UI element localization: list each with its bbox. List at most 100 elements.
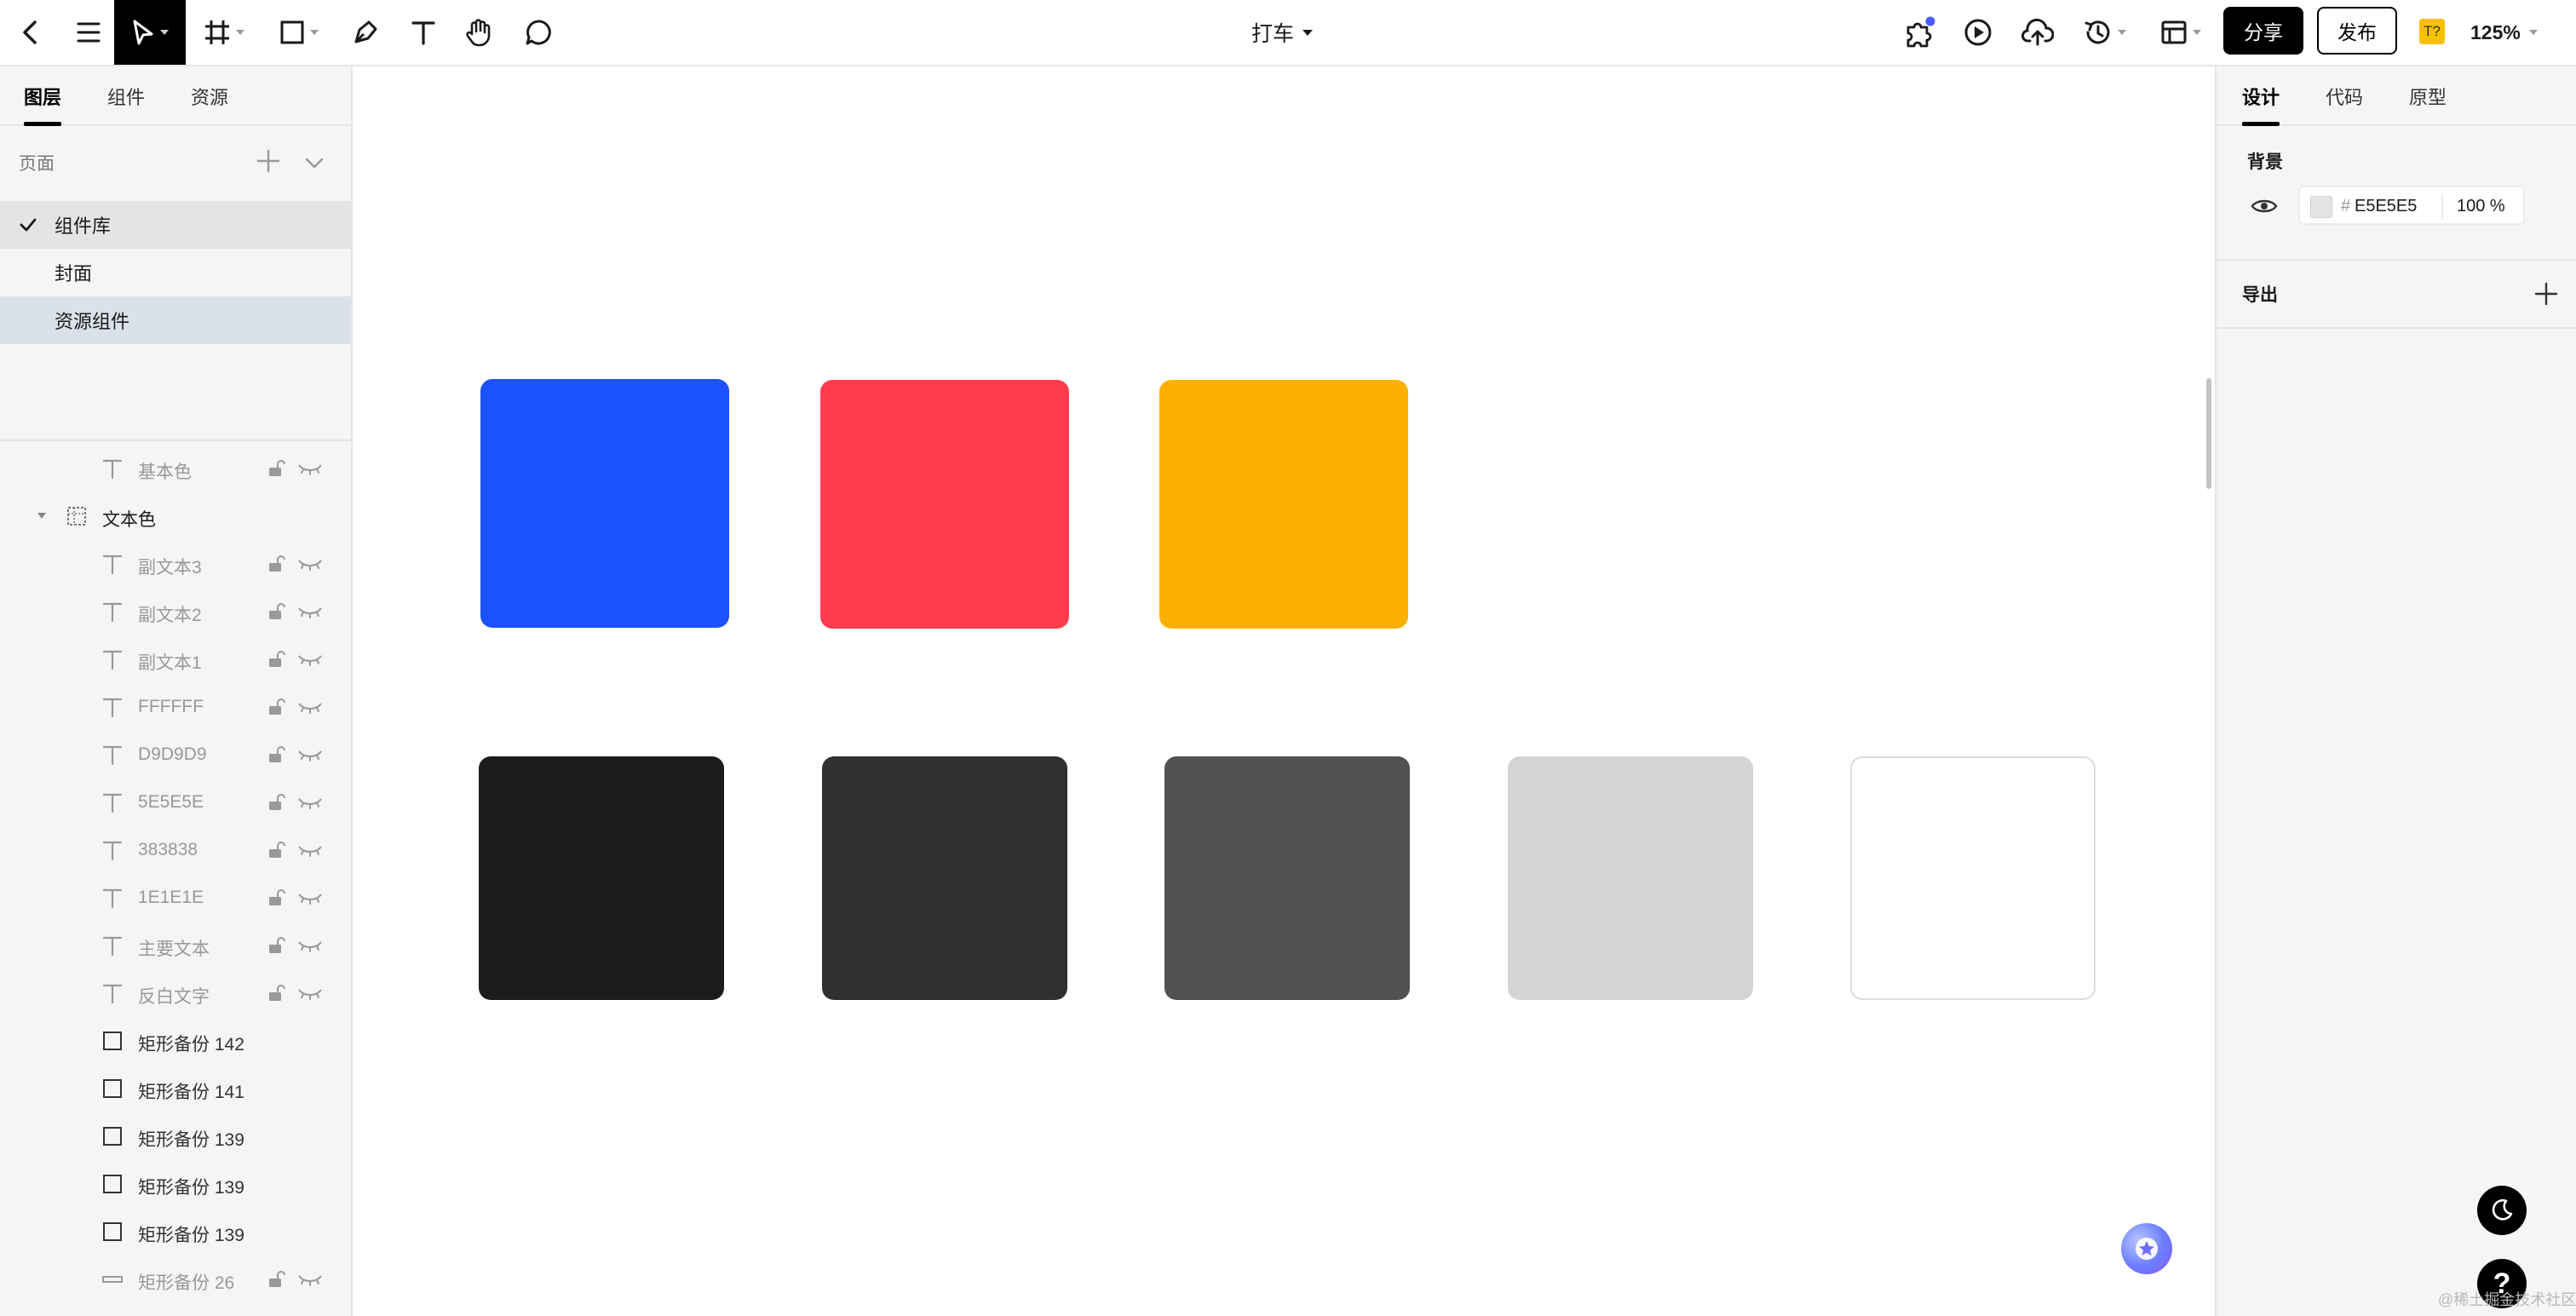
unlock-icon[interactable] xyxy=(266,1269,286,1290)
page-item[interactable]: 封面 xyxy=(0,249,351,296)
layer-row[interactable]: 副文本3 xyxy=(0,540,351,588)
unlock-icon[interactable] xyxy=(266,744,286,765)
expand-caret-icon[interactable] xyxy=(37,513,46,519)
hidden-eye-icon[interactable] xyxy=(296,458,324,479)
eye-icon[interactable] xyxy=(2251,196,2278,216)
hidden-eye-icon[interactable] xyxy=(296,935,324,956)
unlock-icon[interactable] xyxy=(266,840,286,860)
swatch-d4d4d4[interactable] xyxy=(1508,756,1753,1000)
unlock-icon[interactable] xyxy=(266,458,286,479)
hidden-eye-icon[interactable] xyxy=(296,792,324,813)
unlock-icon[interactable] xyxy=(266,554,286,574)
background-opacity-value[interactable]: 100 % xyxy=(2457,197,2505,216)
layer-row[interactable]: 1E1E1E xyxy=(0,874,351,922)
unlock-icon[interactable] xyxy=(266,888,286,908)
layout-button[interactable] xyxy=(2150,0,2211,65)
history-button[interactable] xyxy=(2075,0,2135,65)
page-item[interactable]: 资源组件 xyxy=(0,296,351,344)
layer-row[interactable]: 副文本1 xyxy=(0,635,351,683)
present-button[interactable] xyxy=(1956,0,2000,65)
tab-prototype[interactable]: 原型 xyxy=(2409,66,2447,126)
unlock-icon[interactable] xyxy=(266,983,286,1003)
document-title[interactable]: 打车 xyxy=(1218,0,1346,65)
layer-row[interactable]: 矩形备份 139 xyxy=(0,1160,351,1208)
unlock-icon[interactable] xyxy=(266,697,286,717)
layer-row[interactable]: 5E5E5E xyxy=(0,779,351,826)
move-tool-button[interactable] xyxy=(114,0,186,65)
hidden-eye-icon[interactable] xyxy=(296,983,324,1003)
hidden-eye-icon[interactable] xyxy=(296,649,324,669)
layer-row[interactable]: 矩形备份 26 xyxy=(0,1256,351,1303)
layer-label: 矩形备份 139 xyxy=(138,1226,244,1245)
add-page-icon[interactable] xyxy=(254,147,283,175)
unlock-icon[interactable] xyxy=(266,935,286,956)
share-button[interactable]: 分享 xyxy=(2223,7,2303,55)
swatch-blue[interactable] xyxy=(480,379,729,628)
layer-row[interactable]: 反白文字 xyxy=(0,969,351,1017)
history-caret-icon xyxy=(2118,30,2126,35)
theme-toggle-button[interactable] xyxy=(2477,1186,2527,1235)
rectangle-tool-button[interactable] xyxy=(273,0,325,65)
background-color-field[interactable]: # E5E5E5 100 % xyxy=(2298,186,2525,225)
plugin-button[interactable] xyxy=(1896,0,1944,65)
ai-assistant-button[interactable] xyxy=(2121,1223,2172,1274)
page-item[interactable]: 组件库 xyxy=(0,201,351,249)
tab-design[interactable]: 设计 xyxy=(2242,66,2280,126)
hidden-eye-icon[interactable] xyxy=(296,697,324,717)
main-menu-button[interactable] xyxy=(65,0,112,65)
layer-row[interactable]: D9D9D9 xyxy=(0,731,351,779)
pen-tool-button[interactable] xyxy=(344,0,387,65)
canvas-scrollbar[interactable] xyxy=(2206,378,2211,489)
upload-button[interactable] xyxy=(2014,0,2061,65)
layer-row[interactable]: 矩形备份 142 xyxy=(0,1017,351,1065)
layer-label: D9D9D9 xyxy=(138,744,207,764)
unlock-icon[interactable] xyxy=(266,649,286,669)
layer-row[interactable]: 基本色 xyxy=(0,445,351,492)
swatch-red[interactable] xyxy=(820,380,1069,629)
tab-layers[interactable]: 图层 xyxy=(24,66,62,126)
publish-button[interactable]: 发布 xyxy=(2317,7,2397,55)
layer-label: 副文本2 xyxy=(138,606,202,625)
layer-row[interactable]: 副文本2 xyxy=(0,588,351,635)
swatch-515151[interactable] xyxy=(1164,756,1410,1000)
swatch-yellow[interactable] xyxy=(1159,380,1408,629)
hidden-eye-icon[interactable] xyxy=(296,888,324,908)
tab-components[interactable]: 组件 xyxy=(107,66,145,126)
swatch-1c1c1c[interactable] xyxy=(479,756,724,1000)
layer-label: 383838 xyxy=(138,840,198,859)
comment-tool-button[interactable] xyxy=(516,0,561,65)
unlock-icon[interactable] xyxy=(266,792,286,813)
layer-label: 反白文字 xyxy=(138,987,210,1007)
tab-assets[interactable]: 资源 xyxy=(191,66,228,126)
hidden-eye-icon[interactable] xyxy=(296,840,324,860)
swatch-white[interactable] xyxy=(1850,756,2096,1000)
hidden-eye-icon[interactable] xyxy=(296,554,324,574)
layer-row[interactable]: 383838 xyxy=(0,826,351,874)
page-item-label: 封面 xyxy=(55,263,93,284)
layer-row[interactable]: 矩形备份 139 xyxy=(0,1112,351,1160)
back-button[interactable] xyxy=(9,0,51,65)
unlock-icon[interactable] xyxy=(266,601,286,622)
zoom-control[interactable]: 125% xyxy=(2470,0,2556,65)
collapse-pages-icon[interactable] xyxy=(302,150,327,175)
plugin-badge[interactable]: T? xyxy=(2419,19,2445,44)
layer-row-frame[interactable]: 文本色 xyxy=(0,492,351,540)
design-canvas[interactable] xyxy=(353,66,2215,1316)
layer-row[interactable]: 矩形备份 139 xyxy=(0,1208,351,1256)
swatch-303030[interactable] xyxy=(822,756,1067,1000)
layer-row[interactable]: 矩形备份 141 xyxy=(0,1065,351,1112)
background-hex-value[interactable]: E5E5E5 xyxy=(2355,197,2417,216)
background-color-chip[interactable] xyxy=(2310,196,2332,218)
hidden-eye-icon[interactable] xyxy=(296,744,324,765)
line-layer-icon xyxy=(102,1276,123,1283)
layer-row[interactable]: FFFFFF xyxy=(0,683,351,731)
layer-row[interactable]: 主要文本 xyxy=(0,922,351,969)
left-panel-tabs: 图层 组件 资源 xyxy=(0,66,351,126)
tab-code[interactable]: 代码 xyxy=(2326,66,2363,126)
hand-tool-button[interactable] xyxy=(457,0,501,65)
hidden-eye-icon[interactable] xyxy=(296,601,324,622)
text-tool-button[interactable] xyxy=(402,0,445,65)
add-export-icon[interactable] xyxy=(2532,279,2561,308)
hidden-eye-icon[interactable] xyxy=(296,1269,324,1290)
frame-tool-button[interactable] xyxy=(198,0,250,65)
